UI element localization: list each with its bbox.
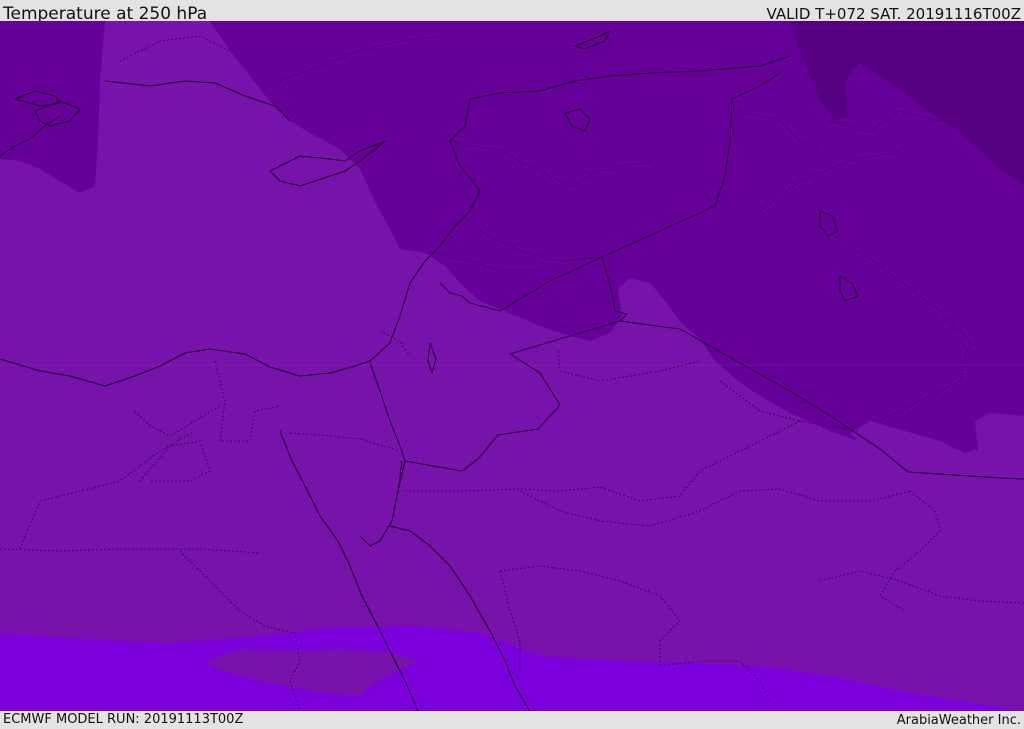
model-run-label: ECMWF MODEL RUN: 20191113T00Z <box>3 712 244 727</box>
map-footer: ECMWF MODEL RUN: 20191113T00Z ArabiaWeat… <box>0 711 1024 729</box>
map-canvas <box>0 21 1024 711</box>
credit-label: ArabiaWeather Inc. <box>896 713 1021 728</box>
temperature-map[interactable] <box>0 21 1024 711</box>
map-header: Temperature at 250 hPa VALID T+072 SAT. … <box>0 0 1024 24</box>
